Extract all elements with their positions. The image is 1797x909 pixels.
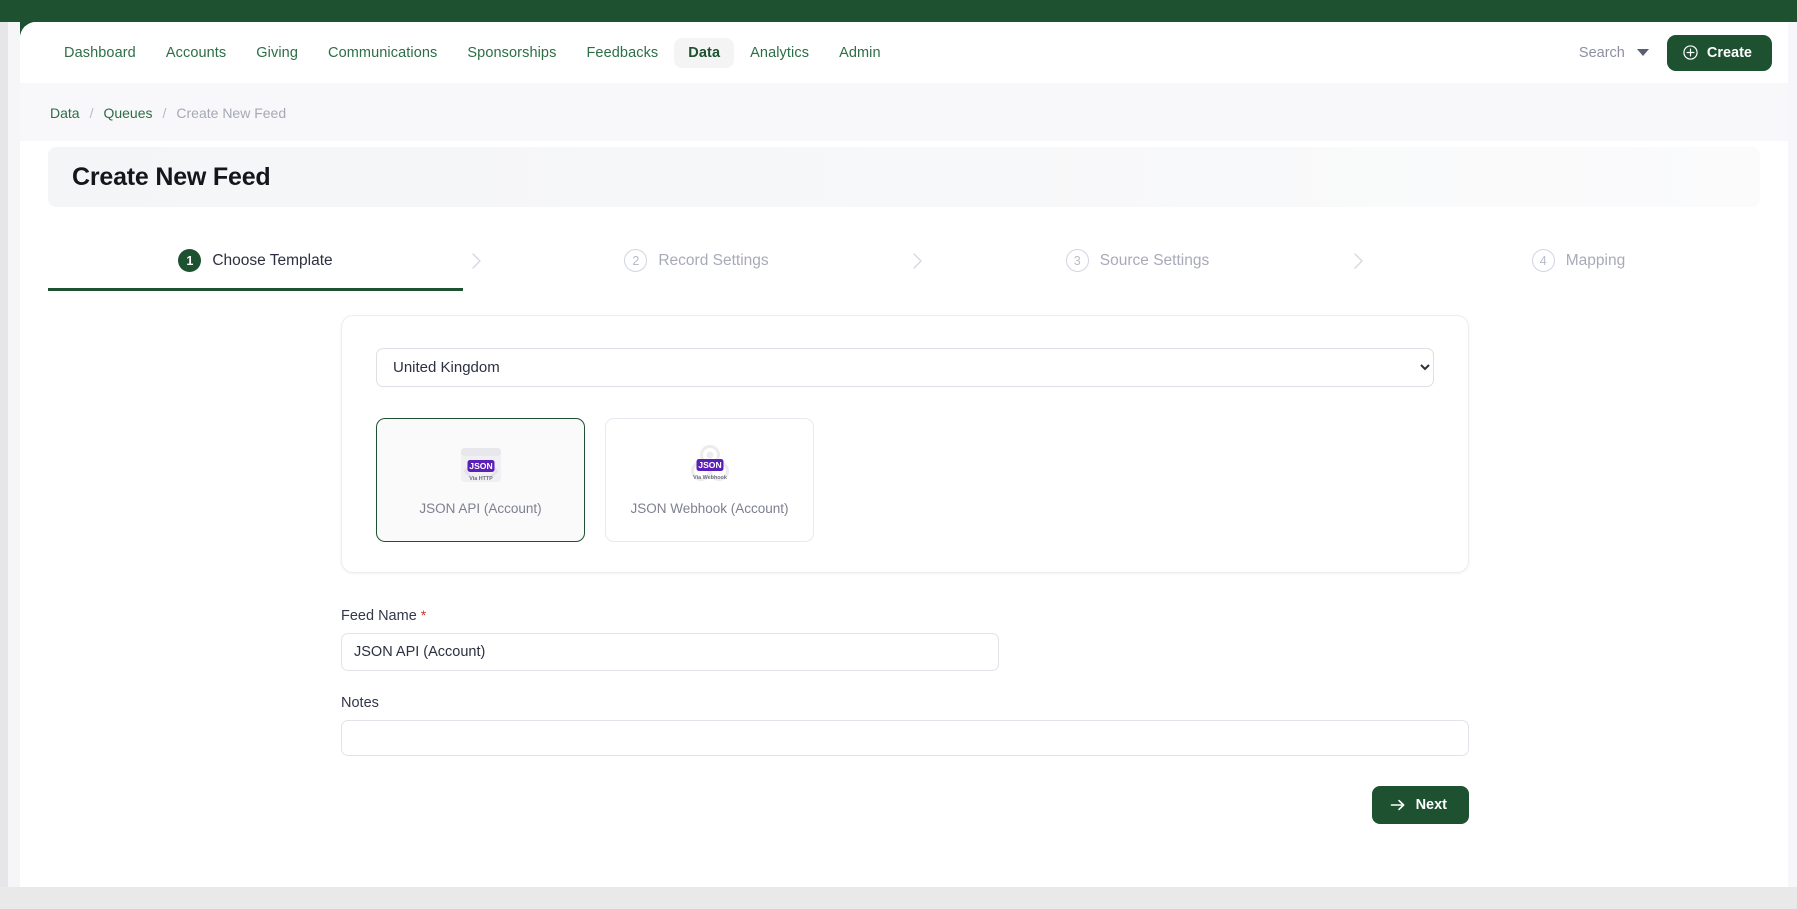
create-button-label: Create	[1706, 44, 1752, 61]
create-button[interactable]: Create	[1666, 34, 1772, 71]
plus-circle-icon	[1683, 45, 1698, 60]
step-mapping[interactable]: 4 Mapping	[1371, 249, 1786, 288]
step-number: 2	[624, 249, 648, 272]
nav-item-accounts[interactable]: Accounts	[152, 38, 240, 68]
page-root: Dashboard Accounts Giving Communications…	[0, 0, 1797, 909]
chevron-right-icon	[904, 249, 930, 271]
country-select[interactable]: United Kingdom	[376, 348, 1434, 387]
step-source-settings[interactable]: 3 Source Settings	[930, 249, 1345, 288]
template-card-json-api[interactable]: JSON Via HTTP JSON API (Account)	[376, 418, 585, 542]
feed-name-field-group: Feed Name *	[341, 607, 1469, 671]
chevron-right-icon	[1345, 249, 1371, 271]
step-label: Record Settings	[658, 251, 769, 269]
vertical-scrollbar[interactable]	[1788, 22, 1797, 887]
feed-name-label: Feed Name *	[341, 607, 1469, 624]
template-card-json-webhook[interactable]: JSON Via Webhook JSON Webhook (Account)	[605, 418, 814, 542]
navbar-right-actions: Search Create	[1579, 34, 1772, 71]
svg-text:Via Webhook: Via Webhook	[693, 475, 727, 481]
breadcrumb-separator: /	[162, 105, 167, 121]
step-label: Source Settings	[1099, 251, 1210, 269]
feed-form: Feed Name * Notes Next	[341, 607, 1469, 824]
wizard-stepper: 1 Choose Template 2 Record Settings 3 So…	[48, 249, 1762, 291]
template-card-title: JSON API (Account)	[419, 501, 542, 517]
step-number: 3	[1065, 249, 1089, 272]
template-card-list: JSON Via HTTP JSON API (Account) JSON Vi…	[376, 418, 1434, 542]
search-dropdown[interactable]: Search	[1579, 45, 1649, 61]
step-number: 4	[1531, 249, 1555, 272]
browser-window-code-icon: JSON Via HTTP	[453, 442, 509, 490]
wizard-actions: Next	[341, 786, 1469, 824]
svg-text:JSON: JSON	[698, 460, 721, 470]
template-card-title: JSON Webhook (Account)	[630, 501, 789, 517]
step-record-settings[interactable]: 2 Record Settings	[489, 249, 904, 288]
chevron-right-icon	[463, 249, 489, 271]
step-label: Mapping	[1565, 251, 1626, 269]
arrow-right-icon	[1390, 799, 1404, 811]
page-title: Create New Feed	[72, 162, 271, 191]
notes-label: Notes	[341, 695, 379, 711]
nav-item-analytics[interactable]: Analytics	[736, 38, 823, 68]
window-bottom-edge	[0, 887, 1797, 909]
breadcrumb-separator: /	[89, 105, 94, 121]
page-title-banner: Create New Feed	[48, 147, 1760, 207]
chevron-down-icon	[1636, 49, 1649, 56]
left-gutter-edge	[0, 22, 8, 909]
notes-field-group: Notes	[341, 695, 1469, 756]
step-number: 1	[178, 249, 202, 272]
template-selection-panel: United Kingdom JSON Via HTTP JSON API (A…	[341, 315, 1469, 573]
breadcrumb-item-current: Create New Feed	[176, 105, 287, 121]
feed-name-input[interactable]	[341, 633, 999, 671]
next-button[interactable]: Next	[1371, 786, 1469, 824]
nav-item-feedbacks[interactable]: Feedbacks	[572, 38, 672, 68]
feed-name-label-text: Feed Name	[341, 608, 417, 624]
breadcrumb: Data / Queues / Create New Feed	[20, 83, 1790, 141]
search-label: Search	[1578, 44, 1625, 61]
svg-text:Via HTTP: Via HTTP	[469, 476, 493, 482]
svg-text:JSON: JSON	[469, 461, 492, 471]
next-button-label: Next	[1415, 797, 1447, 813]
main-navbar: Dashboard Accounts Giving Communications…	[20, 22, 1790, 83]
required-marker: *	[420, 607, 427, 623]
nav-item-admin[interactable]: Admin	[825, 38, 895, 68]
app-window: Dashboard Accounts Giving Communications…	[20, 22, 1790, 887]
breadcrumb-item-queues[interactable]: Queues	[103, 105, 152, 121]
step-label: Choose Template	[212, 251, 333, 269]
primary-nav: Dashboard Accounts Giving Communications…	[50, 37, 1579, 68]
wizard-content: United Kingdom JSON Via HTTP JSON API (A…	[20, 315, 1790, 824]
notes-input[interactable]	[341, 720, 1469, 756]
breadcrumb-item-data[interactable]: Data	[50, 105, 80, 121]
nav-item-sponsorships[interactable]: Sponsorships	[453, 38, 570, 68]
nav-item-dashboard[interactable]: Dashboard	[50, 38, 150, 68]
step-choose-template[interactable]: 1 Choose Template	[48, 249, 463, 291]
nav-item-data[interactable]: Data	[674, 37, 735, 68]
nav-item-communications[interactable]: Communications	[314, 38, 451, 68]
webhook-nodes-icon: JSON Via Webhook	[682, 442, 738, 490]
nav-item-giving[interactable]: Giving	[242, 38, 312, 68]
